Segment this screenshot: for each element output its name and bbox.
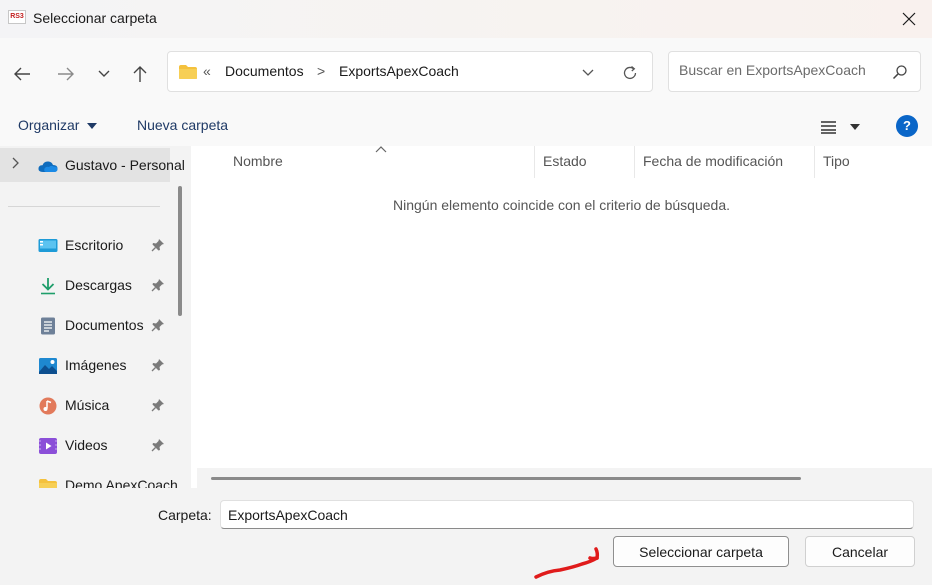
- pin-icon: [151, 239, 164, 252]
- sidebar-item-escritorio[interactable]: Escritorio: [0, 228, 170, 264]
- sidebar-divider: [8, 206, 160, 207]
- desktop-icon: [38, 239, 58, 252]
- chevron-down-icon: [582, 69, 594, 76]
- close-icon: [902, 12, 916, 26]
- breadcrumb-separator[interactable]: >: [317, 63, 325, 79]
- breadcrumb-exportsapexcoach[interactable]: ExportsApexCoach: [339, 63, 459, 79]
- app-icon: RS3: [8, 10, 26, 24]
- sidebar-item-descargas[interactable]: Descargas: [0, 268, 170, 304]
- sidebar-item-onedrive[interactable]: Gustavo - Personal: [0, 148, 185, 182]
- sidebar-item-imagenes[interactable]: Imágenes: [0, 348, 170, 384]
- onedrive-cloud-icon: [38, 161, 58, 172]
- list-view-icon: [821, 121, 836, 134]
- caret-down-icon: [87, 123, 98, 130]
- sidebar-item-documentos[interactable]: Documentos: [0, 308, 170, 344]
- arrow-right-icon: [58, 67, 74, 81]
- column-header-nombre[interactable]: Nombre: [233, 146, 533, 178]
- forward-button[interactable]: [52, 60, 80, 88]
- sidebar-item-label: Demo ApexCoach: [65, 477, 178, 488]
- sidebar-item-videos[interactable]: Videos: [0, 428, 170, 464]
- new-folder-button[interactable]: Nueva carpeta: [137, 117, 228, 133]
- column-header-estado[interactable]: Estado: [543, 146, 633, 178]
- view-options-button[interactable]: [816, 116, 864, 138]
- column-header-tipo[interactable]: Tipo: [823, 146, 923, 178]
- empty-folder-message: Ningún elemento coincide con el criterio…: [393, 197, 730, 213]
- caret-down-icon: [850, 124, 860, 130]
- chevron-right-icon: [12, 157, 19, 169]
- videos-icon: [39, 438, 57, 454]
- help-button[interactable]: ?: [896, 115, 918, 137]
- sidebar-item-label: Documentos: [65, 317, 144, 333]
- pictures-icon: [39, 358, 57, 374]
- sidebar-item-label: Música: [65, 397, 110, 413]
- close-button[interactable]: [886, 0, 932, 38]
- column-header-fecha[interactable]: Fecha de modificación: [643, 146, 813, 178]
- folder-icon: [39, 479, 57, 488]
- sidebar-item-label: Gustavo - Personal: [65, 157, 185, 173]
- pin-icon: [151, 359, 164, 372]
- sidebar-item-label: Videos: [65, 437, 108, 453]
- sidebar-item-label: Escritorio: [65, 237, 124, 253]
- breadcrumb-documentos[interactable]: Documentos: [225, 63, 304, 79]
- dialog-footer: Carpeta: Seleccionar carpeta Cancelar: [0, 488, 932, 585]
- title-bar: RS3 Seleccionar carpeta: [0, 0, 932, 38]
- file-list-pane: Nombre Estado Fecha de modificación Tipo…: [191, 146, 932, 488]
- chevron-down-icon: [98, 70, 110, 77]
- sidebar-item-musica[interactable]: Música: [0, 388, 170, 424]
- pin-icon: [151, 439, 164, 452]
- navigation-pane: Gustavo - Personal Escritorio Descargas: [0, 146, 191, 488]
- window-title: Seleccionar carpeta: [33, 10, 157, 26]
- arrow-up-icon: [133, 66, 147, 82]
- search-icon: [892, 65, 907, 80]
- sidebar-scrollbar[interactable]: [178, 186, 182, 316]
- refresh-icon: [623, 65, 637, 80]
- breadcrumb-overflow[interactable]: «: [203, 63, 211, 79]
- arrow-left-icon: [14, 67, 30, 81]
- pin-icon: [151, 279, 164, 292]
- column-divider[interactable]: [534, 146, 535, 178]
- cancel-button[interactable]: Cancelar: [805, 536, 915, 567]
- command-bar: Organizar Nueva carpeta ?: [0, 106, 932, 146]
- up-button[interactable]: [126, 60, 154, 88]
- navigation-bar: « Documentos > ExportsApexCoach: [0, 38, 932, 106]
- sidebar-item-demo-apexcoach[interactable]: Demo ApexCoach: [0, 468, 178, 488]
- column-divider[interactable]: [814, 146, 815, 178]
- folder-icon: [179, 65, 197, 79]
- documents-icon: [41, 317, 55, 335]
- refresh-button[interactable]: [618, 61, 642, 85]
- pin-icon: [151, 399, 164, 412]
- column-divider[interactable]: [634, 146, 635, 178]
- sidebar-item-label: Descargas: [65, 277, 132, 293]
- address-dropdown-button[interactable]: [576, 62, 600, 84]
- organize-label: Organizar: [18, 117, 80, 133]
- address-bar[interactable]: « Documentos > ExportsApexCoach: [167, 51, 653, 92]
- sidebar-item-label: Imágenes: [65, 357, 127, 373]
- pin-icon: [151, 319, 164, 332]
- annotation-arrow-icon: [534, 547, 600, 579]
- recent-locations-button[interactable]: [90, 60, 118, 88]
- music-icon: [39, 397, 57, 415]
- organize-menu-button[interactable]: Organizar: [18, 117, 98, 133]
- download-icon: [41, 278, 55, 295]
- select-folder-button[interactable]: Seleccionar carpeta: [613, 536, 789, 567]
- folder-name-input[interactable]: [220, 500, 914, 529]
- search-box[interactable]: [668, 51, 921, 92]
- folder-field-label: Carpeta:: [158, 507, 212, 523]
- horizontal-scrollbar[interactable]: [211, 477, 801, 480]
- back-button[interactable]: [8, 60, 36, 88]
- search-input[interactable]: [679, 62, 879, 78]
